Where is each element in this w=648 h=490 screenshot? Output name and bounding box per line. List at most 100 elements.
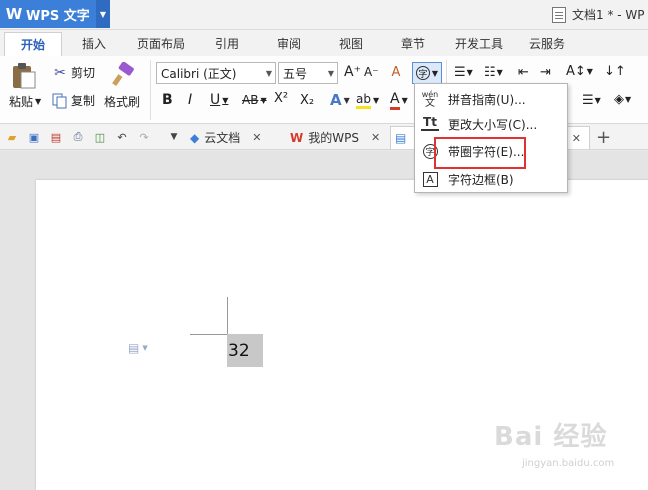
undo-icon[interactable]: ↶ — [114, 129, 130, 145]
tab-chapter[interactable]: 章节 — [392, 32, 434, 56]
selected-text[interactable]: 32 — [227, 334, 263, 367]
change-case-icon: A↕ — [566, 64, 586, 79]
subscript-button[interactable]: X₂ — [300, 93, 314, 108]
chevron-down-icon: ▼ — [431, 68, 439, 78]
menu-item-change-case[interactable]: Tt 更改大小写(C)... — [415, 112, 567, 136]
chevron-down-icon: ▼ — [265, 69, 272, 78]
strikethrough-label: AB — [242, 93, 259, 107]
tab-page-layout[interactable]: 页面布局 — [132, 32, 190, 56]
clipboard-icon: ▤ — [128, 341, 140, 355]
export-pdf-icon[interactable]: ▤ — [48, 129, 64, 145]
superscript-button[interactable]: X² — [274, 91, 288, 106]
doctab-my-wps[interactable]: W 我的WPS ✕ — [290, 126, 380, 149]
character-tools-button[interactable]: 字 ▼ — [412, 62, 442, 84]
grow-font-label: A⁺ — [344, 64, 361, 80]
bullet-list-button[interactable]: ☰ ▼ — [454, 65, 473, 80]
paste-icon — [13, 63, 36, 89]
change-case-button[interactable]: A↕ ▼ — [566, 64, 593, 79]
menu-item-label: 字符边框(B) — [448, 172, 514, 187]
bold-button[interactable]: B — [162, 92, 173, 108]
chevron-down-icon: ▼ — [372, 96, 380, 105]
chevron-down-icon: ▼ — [260, 95, 267, 105]
menu-item-character-border[interactable]: A 字符边框(B) — [415, 167, 567, 191]
italic-button[interactable]: I — [188, 92, 192, 108]
italic-label: I — [188, 92, 193, 108]
font-size-select[interactable]: 五号 ▼ — [278, 62, 338, 84]
grow-font-button[interactable]: A⁺ — [344, 64, 361, 80]
bullet-list-icon: ☰ — [454, 65, 466, 80]
plus-icon: + — [596, 127, 612, 148]
tab-view[interactable]: 视图 — [330, 32, 372, 56]
decrease-indent-button[interactable]: ⇤ — [518, 65, 529, 80]
customize-dropdown-icon[interactable]: ▼ — [166, 129, 182, 145]
decrease-indent-icon: ⇤ — [518, 65, 529, 80]
clear-format-button[interactable]: A — [388, 64, 404, 80]
tab-developer[interactable]: 开发工具 — [448, 32, 510, 56]
document-icon — [552, 6, 566, 23]
document-title: 文档1 * - WP — [552, 6, 645, 23]
text-effect-label: A — [330, 91, 342, 109]
line-spacing-button[interactable]: ☰ ▼ — [582, 93, 601, 108]
increase-indent-icon: ⇥ — [540, 65, 551, 80]
tab-home[interactable]: 开始 — [4, 32, 62, 56]
shrink-font-label: A⁻ — [364, 65, 379, 79]
chevron-down-icon: ▼ — [327, 69, 334, 78]
chevron-down-icon: ▼ — [625, 95, 632, 104]
print-preview-icon[interactable]: ◫ — [92, 129, 108, 145]
chevron-down-icon: ▼ — [594, 96, 601, 105]
app-name: WPS 文字 — [26, 8, 90, 24]
menu-item-phonetic-guide[interactable]: wén 文 拼音指南(U)... — [415, 87, 567, 111]
close-icon[interactable]: ✕ — [572, 132, 581, 145]
subscript-label: X₂ — [300, 93, 315, 108]
format-painter-icon-button[interactable] — [110, 62, 136, 88]
format-painter-button[interactable]: 格式刷 — [104, 93, 140, 110]
chevron-down-icon: ▼ — [496, 68, 503, 77]
font-name-select[interactable]: Calibri (正文) ▼ — [156, 62, 276, 84]
numbered-list-button[interactable]: ☷ ▼ — [484, 65, 503, 80]
scissors-icon: ✂ — [54, 64, 66, 81]
margin-crop-mark — [190, 334, 228, 335]
cut-button[interactable]: ✂ 剪切 — [52, 64, 95, 81]
doctab-cloud-docs[interactable]: ◆ 云文档 ✕ — [190, 126, 261, 149]
app-menu-button[interactable]: W WPS 文字 ▼ — [0, 0, 110, 28]
tab-references[interactable]: 引用 — [206, 32, 248, 56]
paste-label-button[interactable]: 粘贴 ▼ — [9, 93, 41, 110]
close-icon[interactable]: ✕ — [252, 131, 261, 144]
shrink-font-button[interactable]: A⁻ — [364, 65, 379, 79]
margin-crop-mark — [227, 297, 228, 334]
chevron-down-icon[interactable]: ▼ — [96, 0, 110, 28]
circled-character-icon: 字 — [415, 66, 430, 80]
cloud-cube-icon: ◆ — [190, 130, 200, 145]
paste-label: 粘贴 — [9, 95, 34, 109]
cut-label: 剪切 — [71, 66, 96, 80]
text-effect-button[interactable]: A ▼ — [330, 91, 350, 109]
print-icon[interactable]: ⎙ — [70, 129, 86, 145]
copy-label: 复制 — [71, 94, 96, 108]
paste-button[interactable] — [11, 62, 37, 90]
document-title-text: 文档1 * - WP — [572, 8, 645, 22]
tab-cloud-services[interactable]: 云服务 — [522, 32, 572, 56]
copy-button[interactable]: 复制 — [52, 92, 95, 109]
redo-icon[interactable]: ↷ — [136, 129, 152, 145]
line-spacing-icon: ☰ — [582, 93, 594, 108]
new-tab-button[interactable]: + — [596, 126, 611, 149]
highlight-button[interactable]: ab ▼ — [356, 92, 379, 109]
ribbon-tabs: 开始 插入 页面布局 引用 审阅 视图 章节 开发工具 云服务 — [0, 30, 648, 56]
font-color-button[interactable]: A ▼ — [390, 91, 408, 110]
tab-review[interactable]: 审阅 — [268, 32, 310, 56]
shading-button[interactable]: ◈ ▼ — [614, 92, 631, 107]
open-folder-icon[interactable]: ▰ — [4, 129, 20, 145]
numbered-list-icon: ☷ — [484, 65, 496, 80]
close-icon[interactable]: ✕ — [371, 131, 380, 144]
save-icon[interactable]: ▣ — [26, 129, 42, 145]
doctab-label: 我的WPS — [308, 131, 359, 145]
underline-button[interactable]: U ▼ — [210, 92, 228, 108]
tab-insert[interactable]: 插入 — [72, 32, 116, 56]
paste-options-button[interactable]: ▤ ▼ — [128, 341, 148, 355]
sort-button[interactable]: ↓↑ — [604, 64, 626, 79]
highlight-label: ab — [356, 92, 371, 109]
change-case-icon: Tt — [421, 115, 439, 131]
strikethrough-button[interactable]: AB ▼ — [242, 93, 267, 107]
title-bar: W WPS 文字 ▼ 文档1 * - WP — [0, 0, 648, 30]
increase-indent-button[interactable]: ⇥ — [540, 65, 551, 80]
